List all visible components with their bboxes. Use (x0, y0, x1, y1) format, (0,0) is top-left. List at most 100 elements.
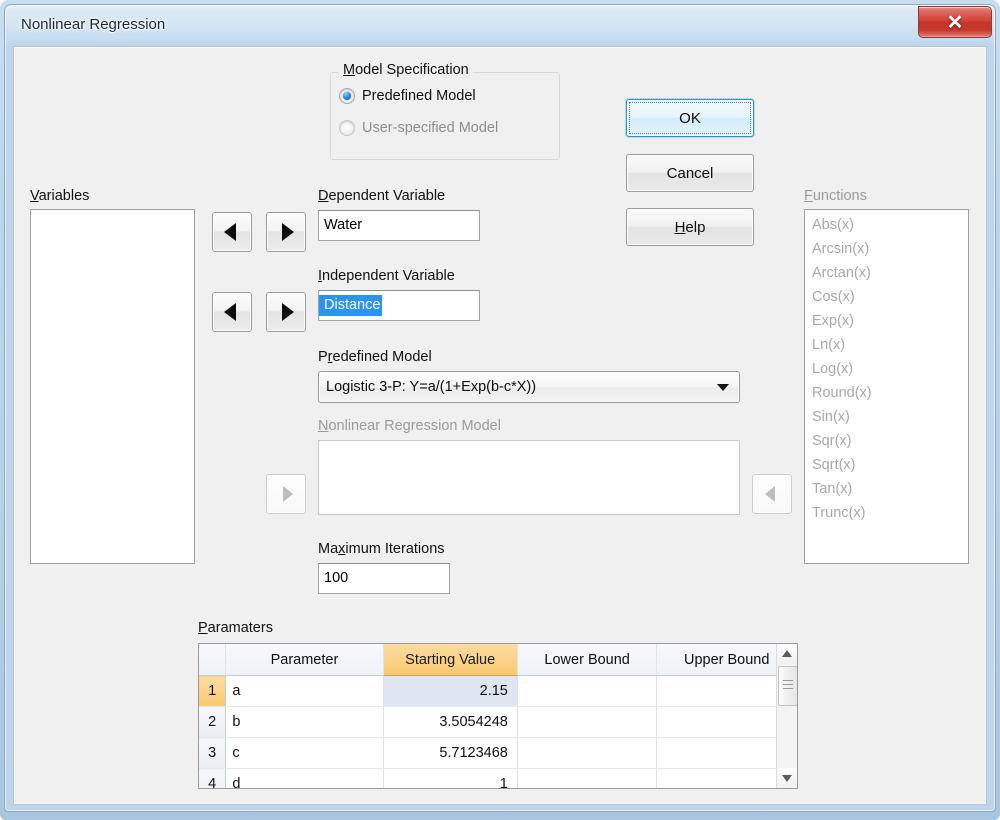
radio-user-specified-model-label: User-specified Model (362, 120, 498, 136)
remove-dependent-button[interactable] (212, 212, 252, 252)
row-header[interactable]: 4 (199, 769, 226, 790)
grid-vertical-scrollbar[interactable] (776, 644, 797, 788)
column-header-starting-value[interactable]: Starting Value (383, 644, 517, 676)
dialog-window: Nonlinear Regression ✕ Model Specificati… (0, 0, 1000, 820)
triangle-right-icon (267, 475, 305, 513)
list-item: Tan(x) (805, 477, 968, 501)
column-header-lower-bound[interactable]: Lower Bound (517, 644, 657, 676)
help-button[interactable]: Help (626, 208, 754, 246)
predefined-model-combobox[interactable]: Logistic 3-P: Y=a/(1+Exp(b-c*X)) (318, 371, 740, 403)
list-item: Ln(x) (805, 333, 968, 357)
variables-listbox[interactable] (30, 209, 195, 564)
triangle-left-icon (213, 293, 251, 331)
scroll-up-button[interactable] (777, 644, 797, 664)
table-row[interactable]: 4 d 1 (199, 769, 797, 790)
triangle-right-icon (267, 293, 305, 331)
remove-independent-button[interactable] (212, 292, 252, 332)
triangle-right-icon (267, 213, 305, 251)
cell-starting-value[interactable]: 2.15 (383, 676, 517, 707)
list-item: Trunc(x) (805, 501, 968, 525)
cell-parameter[interactable]: b (226, 707, 383, 738)
cell-parameter[interactable]: d (226, 769, 383, 790)
dependent-variable-value: Water (324, 217, 362, 233)
list-item: Log(x) (805, 357, 968, 381)
independent-variable-input[interactable]: Distance (318, 290, 480, 321)
functions-listbox: Abs(x) Arcsin(x) Arctan(x) Cos(x) Exp(x)… (804, 209, 969, 564)
table-row[interactable]: 2 b 3.5054248 (199, 707, 797, 738)
maximum-iterations-input[interactable]: 100 (318, 563, 450, 594)
window-title: Nonlinear Regression (21, 16, 165, 33)
independent-variable-value: Distance (319, 295, 382, 316)
cell-starting-value[interactable]: 5.7123468 (383, 738, 517, 769)
close-button[interactable]: ✕ (918, 6, 992, 38)
ok-button[interactable]: OK (626, 99, 754, 137)
title-bar: Nonlinear Regression ✕ (5, 5, 995, 45)
variables-label: Variables (30, 188, 89, 204)
nonlinear-model-label: Nonlinear Regression Model (318, 418, 501, 434)
cell-lower-bound[interactable] (517, 738, 657, 769)
help-button-label: Help (675, 219, 706, 236)
cell-lower-bound[interactable] (517, 769, 657, 790)
row-header[interactable]: 3 (199, 738, 226, 769)
triangle-down-icon (777, 768, 797, 788)
cell-lower-bound[interactable] (517, 676, 657, 707)
triangle-up-icon (777, 644, 797, 664)
model-specification-group: Model Specification Predefined Model Use… (330, 72, 560, 160)
row-header[interactable]: 2 (199, 707, 226, 738)
radio-predefined-model-label: Predefined Model (362, 88, 476, 104)
independent-variable-label: Independent Variable (318, 268, 455, 284)
list-item: Exp(x) (805, 309, 968, 333)
list-item: Arcsin(x) (805, 237, 968, 261)
add-independent-button[interactable] (266, 292, 306, 332)
maximum-iterations-value: 100 (324, 570, 348, 586)
grip-icon (783, 680, 793, 691)
grid-corner-header[interactable] (199, 644, 226, 676)
functions-label: Functions (804, 188, 867, 204)
triangle-left-icon (753, 475, 791, 513)
parameters-table: Parameter Starting Value Lower Bound Upp… (199, 644, 797, 789)
dialog-client-area: Model Specification Predefined Model Use… (13, 46, 987, 805)
scrollbar-thumb[interactable] (778, 666, 798, 706)
table-header-row: Parameter Starting Value Lower Bound Upp… (199, 644, 797, 676)
nonlinear-model-textarea (318, 440, 740, 515)
list-item: Sqr(x) (805, 429, 968, 453)
radio-user-specified-model[interactable]: User-specified Model (339, 120, 498, 136)
window-frame: Nonlinear Regression ✕ Model Specificati… (4, 4, 996, 812)
list-item: Abs(x) (805, 213, 968, 237)
dependent-variable-input[interactable]: Water (318, 210, 480, 241)
row-header[interactable]: 1 (199, 676, 226, 707)
list-item: Cos(x) (805, 285, 968, 309)
table-row[interactable]: 3 c 5.7123468 (199, 738, 797, 769)
cell-starting-value[interactable]: 3.5054248 (383, 707, 517, 738)
chevron-down-icon (717, 384, 729, 391)
maximum-iterations-label: Maximum Iterations (318, 541, 445, 557)
list-item: Sin(x) (805, 405, 968, 429)
scroll-down-button[interactable] (777, 768, 797, 788)
dependent-variable-label: Dependent Variable (318, 188, 445, 204)
add-dependent-button[interactable] (266, 212, 306, 252)
cancel-button-label: Cancel (667, 165, 714, 182)
table-row[interactable]: 1 a 2.15 (199, 676, 797, 707)
insert-into-model-button (752, 474, 792, 514)
close-icon: ✕ (919, 7, 991, 37)
cancel-button[interactable]: Cancel (626, 154, 754, 192)
insert-function-button (266, 474, 306, 514)
radio-button-icon-unselected (339, 120, 355, 136)
list-item: Sqrt(x) (805, 453, 968, 477)
focus-ring (629, 102, 751, 134)
column-header-parameter[interactable]: Parameter (226, 644, 383, 676)
radio-button-icon-selected (339, 88, 355, 104)
list-item: Arctan(x) (805, 261, 968, 285)
cell-parameter[interactable]: a (226, 676, 383, 707)
parameters-label: Paramaters (198, 620, 273, 636)
cell-starting-value[interactable]: 1 (383, 769, 517, 790)
list-item: Round(x) (805, 381, 968, 405)
triangle-left-icon (213, 213, 251, 251)
parameters-grid[interactable]: Parameter Starting Value Lower Bound Upp… (198, 643, 798, 789)
model-specification-label: Model Specification (339, 62, 473, 78)
radio-predefined-model[interactable]: Predefined Model (339, 88, 476, 104)
predefined-model-value: Logistic 3-P: Y=a/(1+Exp(b-c*X)) (326, 379, 536, 395)
cell-lower-bound[interactable] (517, 707, 657, 738)
cell-parameter[interactable]: c (226, 738, 383, 769)
predefined-model-label: Predefined Model (318, 349, 432, 365)
